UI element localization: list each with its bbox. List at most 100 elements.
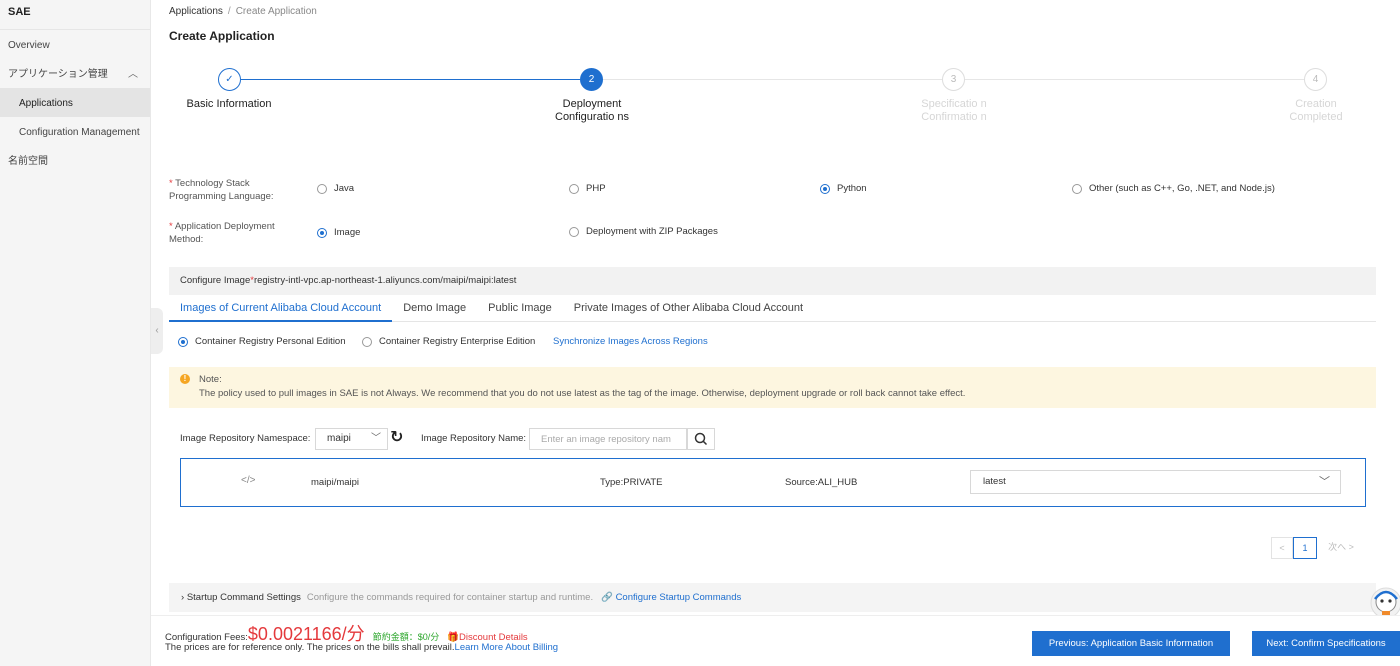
radio-java[interactable]: Java	[317, 183, 354, 194]
next-page-button[interactable]: 次へ >	[1317, 537, 1365, 559]
startup-title: Startup Command Settings	[186, 592, 301, 603]
pagination: < 1 次へ >	[1271, 537, 1365, 559]
radio-label: Container Registry Enterprise Edition	[379, 336, 536, 347]
namespace-label: Image Repository Namespace:	[180, 433, 311, 444]
breadcrumb-root[interactable]: Applications	[169, 6, 223, 17]
step-2-number: 2	[580, 68, 603, 91]
search-icon	[694, 432, 708, 446]
note-text: The policy used to pull images in SAE is…	[199, 388, 966, 399]
configure-image-bar: Configure Image*registry-intl-vpc.ap-nor…	[169, 267, 1376, 295]
page-number[interactable]: 1	[1293, 537, 1317, 559]
link-icon: 🔗	[601, 592, 616, 603]
step-2-label: Deployment Configuratio ns	[555, 98, 629, 123]
radio-label: Deployment with ZIP Packages	[586, 226, 718, 237]
fee-note-text: The prices are for reference only. The p…	[165, 642, 455, 653]
radio-circle-icon	[317, 183, 327, 194]
refresh-icon[interactable]: ↻	[390, 427, 403, 447]
note-title: Note:	[199, 374, 222, 385]
repo-name: maipi/maipi	[311, 477, 360, 488]
radio-checked-icon	[317, 227, 327, 238]
repo-name-label: Image Repository Name:	[421, 433, 527, 444]
radio-python[interactable]: Python	[820, 183, 867, 194]
namespace-value: maipi	[327, 433, 351, 444]
step-3-number: 3	[942, 68, 965, 91]
repo-name-input[interactable]	[529, 428, 687, 450]
warning-icon: !	[180, 374, 190, 384]
radio-label: Container Registry Personal Edition	[195, 336, 346, 347]
step-3-label: Specificatio n Confirmatio n	[921, 98, 987, 123]
fee-amount: $0.0021166/分	[247, 624, 365, 644]
next-button[interactable]: Next: Confirm Specifications	[1252, 631, 1400, 656]
previous-button[interactable]: Previous: Application Basic Information	[1032, 631, 1230, 656]
startup-command-section[interactable]: › Startup Command Settings Configure the …	[169, 583, 1376, 612]
sync-images-link[interactable]: Synchronize Images Across Regions	[553, 336, 708, 347]
chevron-right-icon: ›	[181, 592, 185, 603]
step-1-label: Basic Information	[186, 98, 272, 110]
startup-desc: Configure the commands required for cont…	[306, 592, 594, 603]
radio-circle-icon	[569, 183, 579, 194]
tech-stack-label-text: Technology Stack Programming Language:	[169, 178, 274, 202]
prev-page-button[interactable]: <	[1271, 537, 1293, 559]
breadcrumb-separator: /	[227, 6, 231, 17]
radio-label: Image	[334, 227, 361, 238]
breadcrumb: Applications / Create Application	[169, 6, 317, 17]
chevron-down-icon: ﹀	[371, 433, 381, 444]
radio-enterprise-edition[interactable]: Container Registry Enterprise Edition	[362, 336, 535, 347]
radio-personal-edition[interactable]: Container Registry Personal Edition	[178, 336, 346, 347]
configure-startup-link[interactable]: 🔗 Configure Startup Commands	[601, 592, 741, 603]
step-4-number: 4	[1304, 68, 1327, 91]
sidebar-item-overview[interactable]: Overview	[0, 30, 150, 59]
required-mark: *	[169, 178, 173, 189]
chevron-down-icon: ﹀	[1319, 476, 1330, 488]
namespace-select[interactable]: maipi ﹀	[315, 428, 388, 450]
configure-image-label: Configure Image	[180, 275, 251, 286]
step-connector	[603, 79, 942, 80]
repo-type: Type:PRIVATE	[600, 477, 663, 488]
tab-public-image[interactable]: Public Image	[477, 296, 563, 322]
radio-zip[interactable]: Deployment with ZIP Packages	[569, 226, 718, 237]
deploy-method-label: * Application Deployment Method:	[169, 220, 299, 246]
configure-image-value: registry-intl-vpc.ap-northeast-1.aliyunc…	[253, 275, 517, 286]
radio-label: Other (such as C++, Go, .NET, and Node.j…	[1089, 183, 1275, 194]
tab-other-account-images[interactable]: Private Images of Other Alibaba Cloud Ac…	[563, 296, 814, 322]
radio-label: Python	[837, 183, 867, 194]
radio-other[interactable]: Other (such as C++, Go, .NET, and Node.j…	[1072, 183, 1275, 194]
billing-link[interactable]: Learn More About Billing	[455, 642, 559, 653]
code-icon: </>	[241, 475, 256, 486]
radio-circle-icon	[362, 336, 372, 347]
deploy-method-label-text: Application Deployment Method:	[169, 221, 275, 245]
step-4-label: Creation Completed	[1289, 98, 1343, 123]
radio-label: Java	[334, 183, 355, 194]
search-button[interactable]	[687, 428, 715, 450]
repo-row[interactable]: </> maipi/maipi Type:PRIVATE Source:ALI_…	[180, 458, 1366, 507]
fee-note: The prices are for reference only. The p…	[165, 642, 558, 653]
radio-label: PHP	[586, 183, 606, 194]
step-1-check-icon: ✓	[218, 68, 241, 91]
repo-source: Source:ALI_HUB	[785, 477, 858, 488]
page-title: Create Application	[169, 29, 275, 43]
configure-startup-link-label: Configure Startup Commands	[615, 592, 742, 603]
chevron-left-icon: ‹	[155, 325, 159, 336]
tech-stack-label: * Technology Stack Programming Language:	[169, 177, 299, 203]
radio-circle-icon	[1072, 183, 1082, 194]
footer-bar: Configuration Fees:$0.0021166/分 節約金額：$0/分…	[151, 615, 1400, 666]
step-connector	[241, 79, 580, 80]
tab-current-account-images[interactable]: Images of Current Alibaba Cloud Account	[169, 296, 393, 322]
breadcrumb-current: Create Application	[235, 6, 317, 17]
sidebar-title: SAE	[0, 0, 150, 30]
radio-image[interactable]: Image	[317, 227, 360, 238]
image-source-tabs: Images of Current Alibaba Cloud Account …	[169, 296, 1376, 322]
radio-checked-icon	[178, 336, 188, 347]
radio-circle-icon	[569, 226, 579, 237]
step-indicator: ✓ Basic Information 2 Deployment Configu…	[0, 68, 1400, 158]
radio-checked-icon	[820, 183, 830, 194]
note-banner: ! Note: The policy used to pull images i…	[169, 367, 1376, 408]
step-connector	[965, 79, 1304, 80]
tab-demo-image[interactable]: Demo Image	[392, 296, 477, 322]
tag-value: latest	[983, 476, 1006, 487]
radio-php[interactable]: PHP	[569, 183, 606, 194]
discount-amount: 節約金額：$0/分	[372, 632, 440, 642]
tag-select[interactable]: latest ﹀	[970, 470, 1341, 494]
required-mark: *	[169, 221, 173, 232]
sidebar-collapse-handle[interactable]: ‹	[151, 308, 163, 354]
